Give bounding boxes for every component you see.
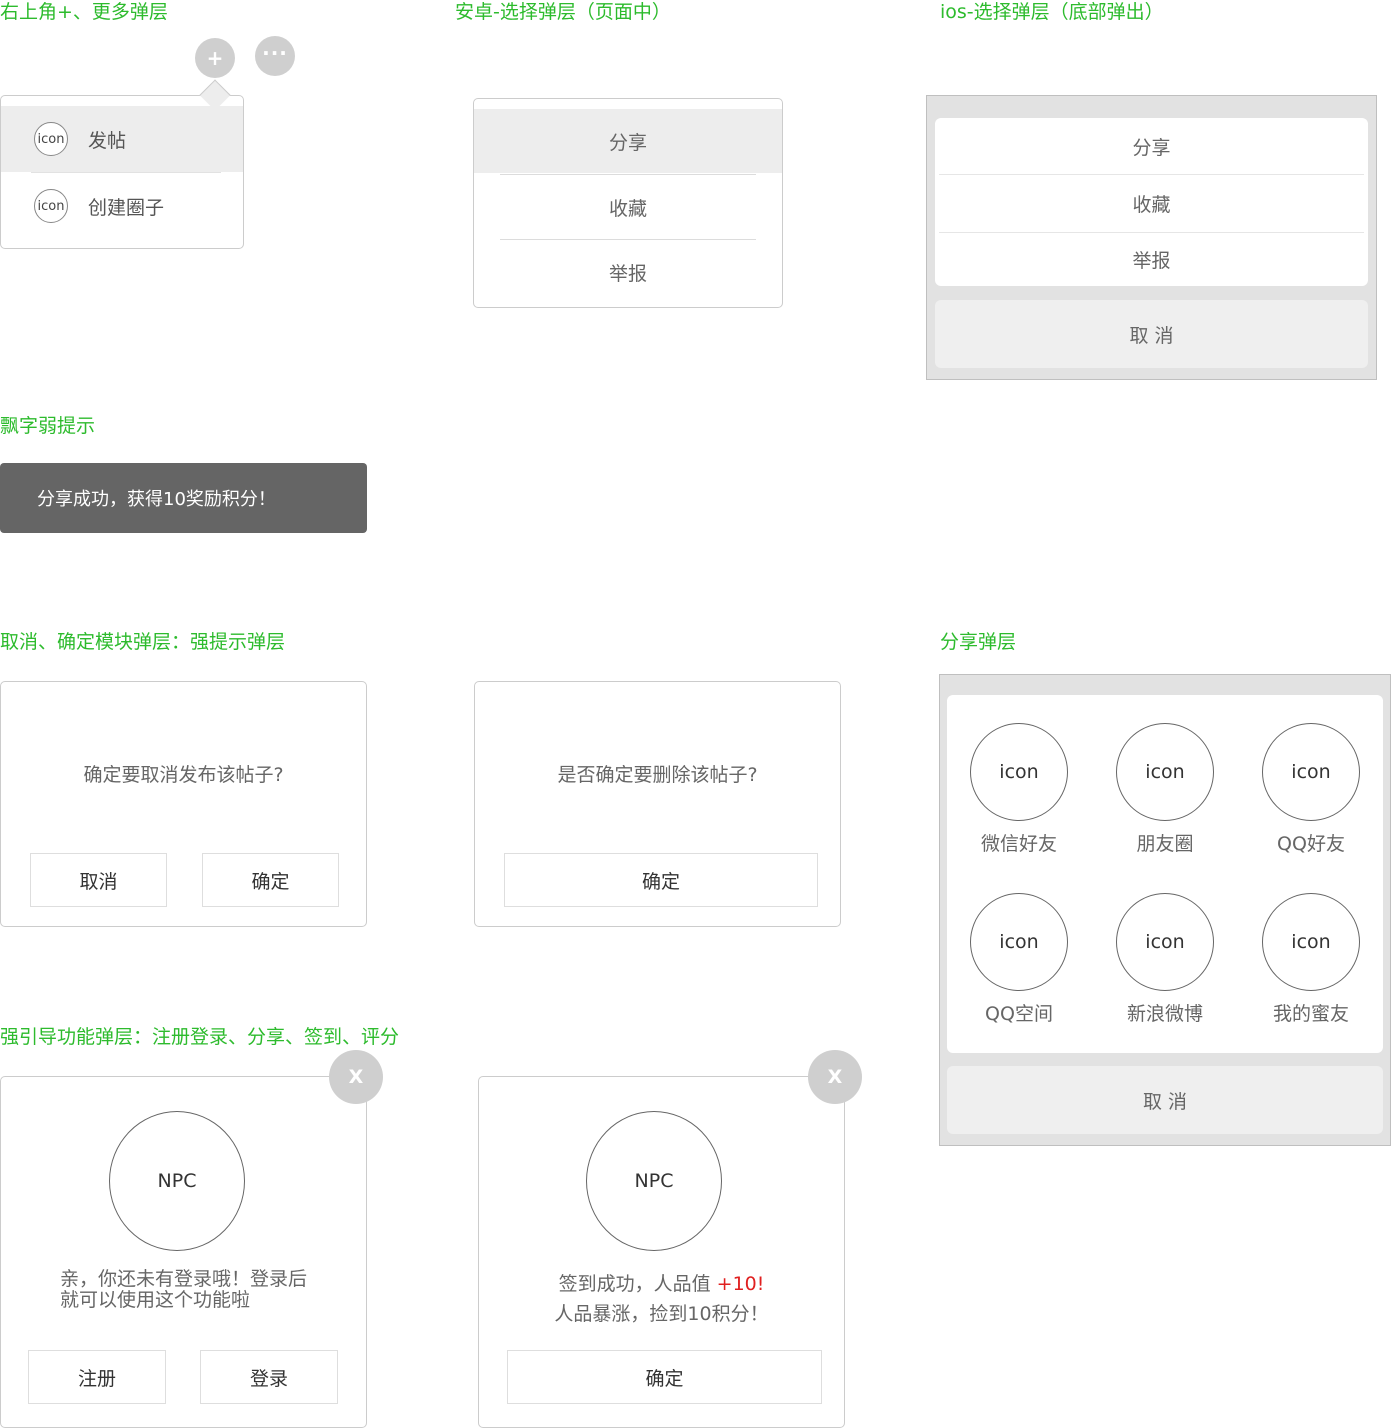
share-sheet: icon 微信好友 icon 朋友圈 icon QQ好友 icon QQ空间 i… — [939, 674, 1391, 1146]
share-cancel-button[interactable]: 取 消 — [947, 1066, 1383, 1134]
guide-message-line-2: 就可以使用这个功能啦 — [60, 1289, 251, 1311]
section-title-toast: 飘字弱提示 — [0, 415, 96, 437]
qzone-icon: icon — [970, 893, 1068, 991]
share-option-qzone[interactable]: icon QQ空间 — [959, 893, 1079, 1026]
score-increase: +10 — [716, 1273, 757, 1295]
add-popover-menu: icon 发帖 icon 创建圈子 — [0, 95, 244, 249]
section-title-guide: 强引导功能弹层：注册登录、分享、签到、评分 — [0, 1026, 400, 1048]
guide-message: 亲，你还未有登录哦！登录后 就可以使用这个功能啦 — [60, 1269, 307, 1311]
confirm-dialog-cancel-post: 确定要取消发布该帖子? 取消 确定 — [0, 681, 367, 927]
more-icon: ··· — [262, 41, 288, 65]
dialog-message: 是否确定要删除该帖子? — [557, 764, 758, 786]
toast-text: 分享成功，获得10奖励积分！ — [37, 489, 276, 510]
login-guide-dialog: NPC 亲，你还未有登录哦！登录后 就可以使用这个功能啦 注册 登录 — [0, 1076, 367, 1428]
confirm-button[interactable]: 确定 — [504, 853, 818, 907]
checkin-guide-dialog: NPC 签到成功，人品值 +10! 人品暴涨，捡到10积分！ 确定 — [478, 1076, 845, 1428]
android-option-favorite[interactable]: 收藏 — [474, 175, 782, 239]
confirm-button[interactable]: 确定 — [202, 853, 339, 907]
ios-option-share[interactable]: 分享 — [935, 118, 1368, 174]
close-icon: X — [348, 1066, 364, 1088]
section-title-ios: ios-选择弹层（底部弹出） — [940, 1, 1164, 23]
confirm-button[interactable]: 确定 — [507, 1350, 822, 1404]
share-options-panel: icon 微信好友 icon 朋友圈 icon QQ好友 icon QQ空间 i… — [947, 695, 1383, 1053]
guide-message: 签到成功，人品值 +10! 人品暴涨，捡到10积分！ — [479, 1269, 844, 1329]
popover-item-create-circle[interactable]: icon 创建圈子 — [1, 173, 243, 239]
share-option-wechat-friend[interactable]: icon 微信好友 — [959, 723, 1079, 856]
close-button[interactable]: X — [808, 1050, 862, 1104]
section-title-android: 安卓-选择弹层（页面中） — [455, 1, 671, 23]
moments-icon: icon — [1116, 723, 1214, 821]
confirm-dialog-delete-post: 是否确定要删除该帖子? 确定 — [474, 681, 841, 927]
android-option-report[interactable]: 举报 — [474, 240, 782, 304]
section-title-top-right: 右上角+、更多弹层 — [0, 1, 168, 23]
guide-message-line-1: 签到成功，人品值 +10! — [479, 1269, 844, 1299]
plus-button[interactable]: + — [195, 38, 235, 78]
share-option-moments[interactable]: icon 朋友圈 — [1105, 723, 1225, 856]
android-option-share[interactable]: 分享 — [474, 109, 782, 173]
section-title-share: 分享弹层 — [940, 631, 1017, 653]
android-select-dialog: 分享 收藏 举报 — [473, 98, 783, 308]
share-option-my-friends[interactable]: icon 我的蜜友 — [1251, 893, 1371, 1026]
share-option-label: QQ空间 — [985, 1003, 1053, 1025]
ios-options-group: 分享 收藏 举报 — [935, 118, 1368, 286]
share-option-label: 微信好友 — [980, 833, 1057, 855]
post-icon: icon — [34, 122, 68, 156]
toast-message: 分享成功，获得10奖励积分！ — [0, 463, 367, 533]
section-title-confirm: 取消、确定模块弹层：强提示弹层 — [0, 631, 286, 653]
ios-option-report[interactable]: 举报 — [935, 231, 1368, 287]
popover-item-label: 发帖 — [88, 129, 127, 152]
share-option-weibo[interactable]: icon 新浪微博 — [1105, 893, 1225, 1026]
share-option-label: 朋友圈 — [1136, 833, 1194, 855]
npc-avatar: NPC — [586, 1111, 722, 1251]
popover-item-post[interactable]: icon 发帖 — [1, 106, 243, 172]
login-button[interactable]: 登录 — [200, 1350, 338, 1404]
ios-cancel-button[interactable]: 取 消 — [935, 300, 1368, 368]
guide-message-line-1: 亲，你还未有登录哦！登录后 — [60, 1268, 308, 1290]
guide-message-line-2: 人品暴涨，捡到10积分！ — [554, 1303, 769, 1325]
exclamation: ! — [756, 1273, 765, 1295]
share-option-label: 新浪微博 — [1126, 1003, 1203, 1025]
cancel-button[interactable]: 取消 — [30, 853, 167, 907]
share-option-label: QQ好友 — [1277, 833, 1345, 855]
weibo-icon: icon — [1116, 893, 1214, 991]
share-option-label: 我的蜜友 — [1272, 1003, 1349, 1025]
register-button[interactable]: 注册 — [28, 1350, 166, 1404]
share-option-qq-friend[interactable]: icon QQ好友 — [1251, 723, 1371, 856]
checkin-text: 签到成功，人品值 — [558, 1273, 717, 1295]
close-button[interactable]: X — [329, 1050, 383, 1104]
npc-avatar: NPC — [109, 1111, 245, 1251]
close-icon: X — [827, 1066, 843, 1088]
ios-option-favorite[interactable]: 收藏 — [935, 175, 1368, 231]
plus-icon: + — [206, 46, 224, 70]
wechat-icon: icon — [970, 723, 1068, 821]
friends-icon: icon — [1262, 893, 1360, 991]
ios-action-sheet: 分享 收藏 举报 取 消 — [926, 95, 1377, 380]
more-button[interactable]: ··· — [255, 36, 295, 76]
qq-icon: icon — [1262, 723, 1360, 821]
create-circle-icon: icon — [34, 189, 68, 223]
popover-item-label: 创建圈子 — [88, 196, 165, 219]
dialog-message: 确定要取消发布该帖子? — [83, 764, 284, 786]
